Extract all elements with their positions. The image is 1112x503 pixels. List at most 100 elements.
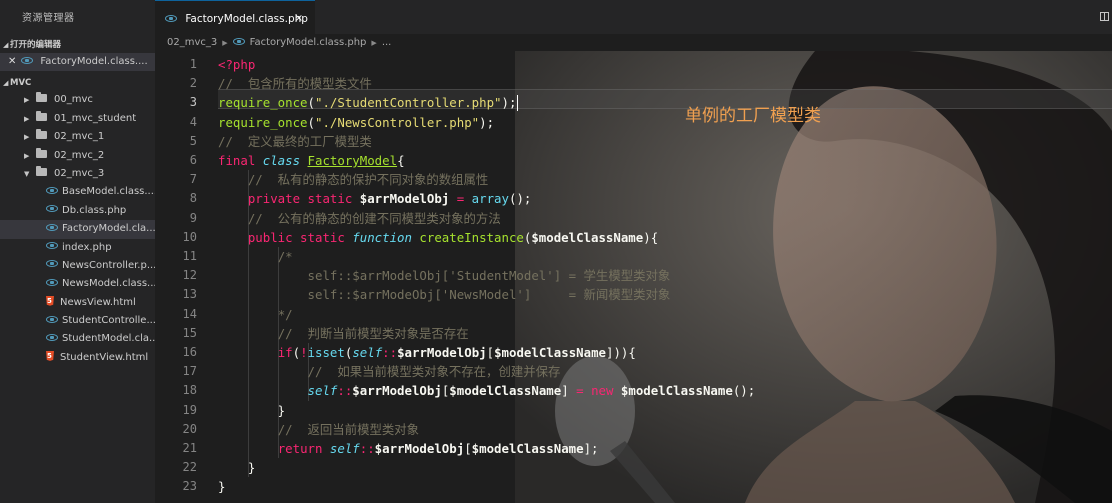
code-token: isset bbox=[307, 345, 345, 360]
file-newscontroller[interactable]: NewsController.p... bbox=[0, 257, 155, 275]
code-line: } bbox=[218, 458, 255, 477]
code-line: */ bbox=[218, 305, 293, 324]
line-number: 3 bbox=[189, 95, 197, 110]
code-token: return bbox=[277, 441, 330, 456]
file-label: BaseModel.class.... bbox=[62, 186, 155, 198]
workspace-header[interactable]: ◢ MVC bbox=[0, 75, 155, 91]
folder-01-mvc-student[interactable]: ▶ 01_mvc_student bbox=[0, 110, 155, 128]
code-token: new bbox=[591, 383, 621, 399]
code-token: require_once bbox=[218, 114, 308, 130]
close-icon[interactable]: ✕ bbox=[8, 53, 18, 71]
breadcrumb-symbol[interactable]: ... bbox=[382, 37, 392, 48]
code-line: final class FactoryModel{ bbox=[218, 151, 405, 170]
line-number: 9 bbox=[189, 210, 197, 225]
code-token: FactoryModel bbox=[307, 153, 398, 168]
workspace-label: MVC bbox=[10, 78, 32, 89]
php-file-icon bbox=[46, 223, 58, 231]
code-line: if(!isset(self::$arrModelObj[$modelClass… bbox=[218, 343, 636, 362]
open-editor-item[interactable]: ✕ FactoryModel.class.... bbox=[0, 53, 155, 72]
code-token: $arrModelObj bbox=[352, 383, 442, 399]
code-line: public static function createInstance($m… bbox=[218, 228, 658, 247]
file-newsview[interactable]: NewsView.html bbox=[0, 294, 155, 312]
code-line: self::$arrModelObj['StudentModel'] = 学生模… bbox=[218, 266, 671, 285]
code-token: $modelClassName bbox=[531, 229, 644, 245]
line-number: 22 bbox=[182, 460, 197, 475]
line-number: 23 bbox=[182, 479, 197, 494]
file-studentview[interactable]: StudentView.html bbox=[0, 349, 155, 367]
code-token: { bbox=[397, 153, 405, 168]
php-file-icon bbox=[46, 260, 58, 268]
folder-02-mvc-3[interactable]: ▼ 02_mvc_3 bbox=[0, 165, 155, 183]
code-line: } bbox=[218, 477, 225, 496]
file-label: NewsView.html bbox=[60, 296, 136, 308]
explorer-sidebar: 资源管理器 ◢ 打开的编辑器 ✕ FactoryModel.class.... … bbox=[0, 0, 155, 503]
code-token: (); bbox=[732, 383, 756, 399]
chevron-down-icon: ◢ bbox=[3, 79, 9, 88]
tab-factorymodel[interactable]: FactoryModel.class.php × bbox=[155, 0, 315, 34]
file-index[interactable]: index.php bbox=[0, 239, 155, 257]
file-factorymodel[interactable]: FactoryModel.cla... bbox=[0, 220, 155, 239]
code-area[interactable]: <?php // 包含所有的模型类文件 require_once("./Studen… bbox=[218, 51, 1112, 503]
breadcrumb: 02_mvc_3 ▶ FactoryModel.class.php ▶... bbox=[155, 34, 1112, 51]
code-token: */ bbox=[277, 306, 293, 322]
close-icon[interactable]: × bbox=[295, 1, 303, 37]
text-cursor bbox=[517, 95, 518, 111]
file-db[interactable]: Db.class.php bbox=[0, 202, 155, 220]
chevron-right-icon: ▶ bbox=[24, 151, 30, 160]
code-line: // 包含所有的模型类文件 bbox=[218, 74, 372, 93]
folder-icon bbox=[36, 129, 47, 140]
file-label: StudentView.html bbox=[60, 351, 149, 363]
folder-00-mvc[interactable]: ▶ 00_mvc bbox=[0, 91, 155, 109]
line-number: 10 bbox=[182, 229, 197, 244]
folder-label: 00_mvc bbox=[54, 94, 93, 106]
code-token: :: bbox=[382, 345, 398, 360]
code-token: } bbox=[218, 402, 286, 418]
code-token: // 公有的静态的创建不同模型类对象的方法 bbox=[247, 210, 501, 226]
code-line: // 如果当前模型类对象不存在，创建并保存 bbox=[218, 362, 561, 381]
code-token: } bbox=[218, 460, 256, 476]
folder-02-mvc-1[interactable]: ▶ 02_mvc_1 bbox=[0, 128, 155, 146]
chevron-down-icon: ▼ bbox=[24, 169, 30, 178]
breadcrumb-folder[interactable]: 02_mvc_3 bbox=[167, 37, 217, 48]
code-token: self bbox=[329, 441, 360, 456]
code-token: = bbox=[568, 383, 592, 399]
php-file-icon bbox=[46, 315, 58, 323]
breadcrumb-file[interactable]: FactoryModel.class.php bbox=[250, 37, 367, 48]
tab-label: FactoryModel.class.php bbox=[185, 13, 308, 25]
code-token: self bbox=[352, 345, 383, 360]
split-editor-icon[interactable] bbox=[1100, 12, 1109, 21]
folder-02-mvc-2[interactable]: ▶ 02_mvc_2 bbox=[0, 147, 155, 165]
code-token: // 返回当前模型类对象 bbox=[277, 421, 420, 437]
tab-bar: FactoryModel.class.php × bbox=[155, 0, 1112, 34]
folder-open-icon bbox=[36, 165, 47, 176]
line-number: 7 bbox=[189, 172, 197, 187]
file-studentcontroller[interactable]: StudentControlle... bbox=[0, 312, 155, 330]
php-file-icon bbox=[46, 205, 58, 213]
code-token: public static bbox=[247, 229, 353, 245]
file-newsmodel[interactable]: NewsModel.class.... bbox=[0, 275, 155, 293]
code-token: <?php bbox=[218, 57, 256, 72]
chevron-down-icon: ◢ bbox=[3, 41, 9, 49]
code-token: self bbox=[307, 383, 338, 399]
file-studentmodel[interactable]: StudentModel.cla... bbox=[0, 330, 155, 348]
code-token: ( bbox=[292, 345, 301, 360]
code-token: [ bbox=[464, 441, 472, 456]
code-token: ){ bbox=[643, 229, 659, 245]
explorer-title: 资源管理器 bbox=[22, 13, 75, 24]
code-token: $modelClassName bbox=[620, 383, 733, 399]
folder-label: 01_mvc_student bbox=[54, 112, 137, 124]
code-line: require_once("./StudentController.php"); bbox=[218, 93, 516, 112]
line-number: 17 bbox=[182, 364, 197, 379]
file-basemodel[interactable]: BaseModel.class.... bbox=[0, 183, 155, 201]
line-number: 19 bbox=[182, 402, 197, 417]
code-line: // 判断当前模型类对象是否存在 bbox=[218, 324, 469, 343]
code-token: ( bbox=[307, 114, 315, 130]
open-editors-header[interactable]: ◢ 打开的编辑器 bbox=[0, 37, 155, 53]
open-editor-label: FactoryModel.class.... bbox=[40, 56, 148, 67]
code-token: ); bbox=[501, 95, 517, 111]
